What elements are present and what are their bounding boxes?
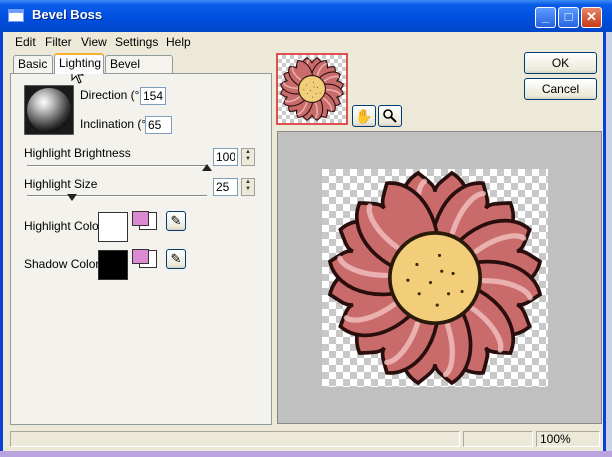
highlight-brightness-input[interactable] — [213, 148, 238, 166]
highlight-brightness-label: Highlight Brightness — [24, 146, 131, 160]
inclination-label: Inclination (°) — [80, 117, 151, 131]
hand-icon[interactable]: ✋ — [352, 105, 376, 127]
cancel-button[interactable]: Cancel — [524, 78, 597, 100]
highlight-color-accent-swatch[interactable] — [132, 211, 149, 226]
highlight-size-thumb[interactable] — [67, 194, 77, 201]
tab-lighting[interactable]: Lighting — [54, 53, 104, 74]
highlight-brightness-thumb[interactable] — [202, 164, 212, 171]
preview-flower-image — [327, 170, 543, 386]
highlight-size-input[interactable] — [213, 178, 238, 196]
window-title: Bevel Boss — [32, 7, 103, 22]
close-button[interactable]: ✕ — [581, 7, 602, 28]
status-bar: 100% — [3, 427, 603, 451]
shadow-color-label: Shadow Color — [24, 257, 100, 271]
menu-filter[interactable]: Filter — [45, 35, 72, 49]
zoom-level: 100% — [536, 431, 600, 447]
lighting-panel: Direction (°) Inclination (°) Highlight … — [10, 73, 272, 425]
status-pane-info — [463, 431, 533, 447]
menu-settings[interactable]: Settings — [115, 35, 158, 49]
highlight-color-swatch[interactable] — [98, 212, 128, 242]
direction-input[interactable] — [140, 87, 166, 105]
light-sphere-preview[interactable] — [24, 85, 74, 135]
highlight-size-slider[interactable] — [27, 195, 207, 197]
minimize-button[interactable]: _ — [535, 7, 556, 28]
shadow-color-accent-swatch[interactable] — [132, 249, 149, 264]
highlight-size-label: Highlight Size — [24, 177, 98, 191]
app-icon — [8, 9, 24, 22]
shadow-color-swatch[interactable] — [98, 250, 128, 280]
desktop-background — [0, 451, 612, 457]
highlight-color-label: Highlight Color — [24, 219, 103, 233]
tab-bevel-profile[interactable]: Bevel Profile — [105, 55, 173, 88]
ok-button[interactable]: OK — [524, 52, 597, 74]
highlight-brightness-spinner[interactable]: ▲ ▼ — [241, 148, 255, 166]
thumbnail-flower-image — [280, 57, 344, 121]
highlight-size-spinner[interactable]: ▲ ▼ — [241, 178, 255, 196]
direction-label: Direction (°) — [80, 88, 144, 102]
tab-basic[interactable]: Basic — [13, 55, 53, 73]
menu-edit[interactable]: Edit — [15, 35, 36, 49]
highlight-brightness-slider[interactable] — [27, 165, 207, 167]
preview-image-area — [322, 169, 548, 387]
menu-bar: Edit Filter View Settings Help — [3, 32, 603, 52]
status-pane-message — [10, 431, 460, 447]
inclination-input[interactable] — [145, 116, 172, 134]
menu-view[interactable]: View — [81, 35, 107, 49]
menu-help[interactable]: Help — [166, 35, 191, 49]
magnifier-icon[interactable] — [378, 105, 402, 127]
highlight-eyedropper-icon[interactable]: ✎ — [166, 211, 186, 231]
title-bar[interactable]: Bevel Boss _ □ ✕ — [0, 0, 612, 32]
shadow-eyedropper-icon[interactable]: ✎ — [166, 249, 186, 269]
maximize-button[interactable]: □ — [558, 7, 579, 28]
navigator-thumbnail[interactable] — [276, 53, 348, 125]
